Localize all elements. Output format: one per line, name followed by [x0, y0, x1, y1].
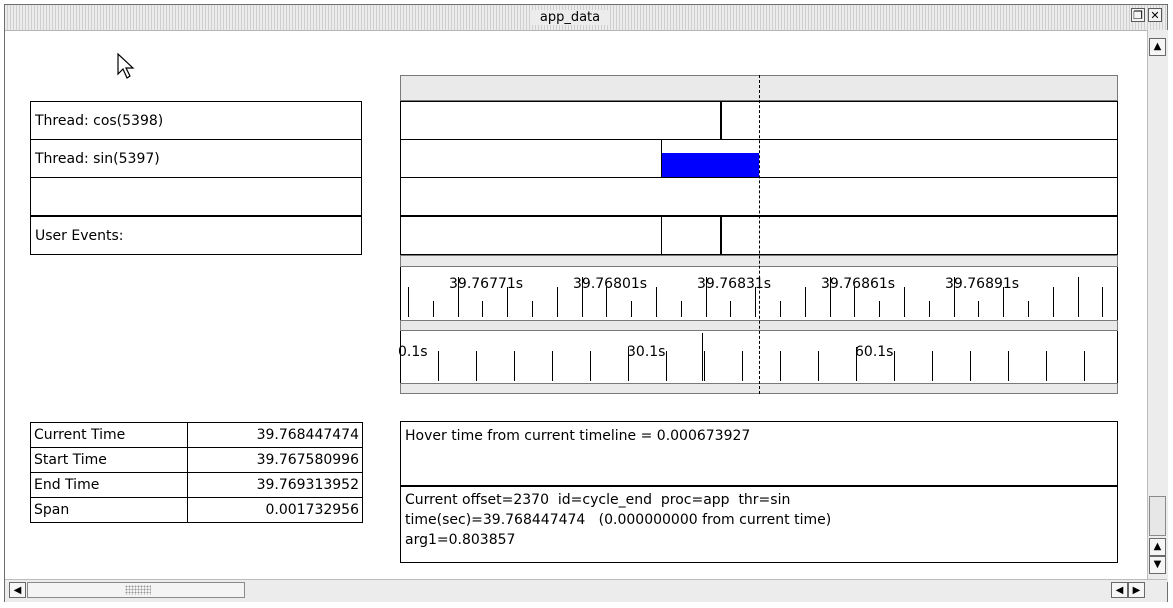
user-event-marker[interactable] — [661, 216, 662, 255]
table-row: Start Time 39.767580996 — [29, 447, 363, 473]
scroll-up-button[interactable]: ▲ — [1149, 538, 1166, 556]
event-info-box: Current offset=2370 id=cycle_end proc=ap… — [400, 486, 1118, 563]
scroll-down-button[interactable]: ▼ — [1149, 556, 1166, 574]
time-value: 39.768447474 — [187, 422, 363, 448]
restore-icon: ❐ — [1133, 9, 1143, 22]
zoom-axis-label: 39.76891s — [945, 276, 1020, 292]
overview-axis-label: 60.1s — [855, 344, 894, 360]
arrow-up-icon: ▲ — [1153, 41, 1162, 52]
event-info-line: Current offset=2370 id=cycle_end proc=ap… — [405, 492, 791, 508]
cos-event-marker[interactable] — [720, 101, 722, 139]
overview-axis-label: 30.1s — [627, 344, 666, 360]
thread-label-sin[interactable]: Thread: sin(5397) — [30, 139, 362, 178]
mouse-pointer-icon — [117, 52, 135, 79]
current-time-cursor[interactable] — [759, 75, 760, 394]
window-title: app_data — [531, 10, 609, 25]
time-info-table: Current Time 39.768447474 Start Time 39.… — [29, 422, 363, 523]
scroll-left-button[interactable]: ◀ — [9, 582, 26, 598]
time-label: End Time — [29, 472, 189, 498]
event-info-line: time(sec)=39.768447474 (0.000000000 from… — [405, 512, 832, 528]
thread-label-cos[interactable]: Thread: cos(5398) — [30, 101, 362, 140]
time-value: 0.001732956 — [187, 497, 363, 523]
close-icon: ✕ — [1150, 9, 1160, 22]
overview-axis-label: 0.1s — [398, 344, 428, 360]
arrow-left-icon: ◀ — [13, 585, 22, 596]
arrow-up-icon: ▲ — [1153, 541, 1162, 552]
title-bar[interactable]: app_data — [5, 5, 1167, 31]
hover-info-box: Hover time from current timeline = 0.000… — [400, 421, 1118, 486]
time-value: 39.769313952 — [187, 472, 363, 498]
thread-label-empty[interactable] — [30, 177, 362, 216]
time-label: Current Time — [29, 422, 189, 448]
time-value: 39.767580996 — [187, 447, 363, 473]
vertical-scroll-thumb[interactable] — [1149, 496, 1166, 536]
time-label: Start Time — [29, 447, 189, 473]
scroll-up-button[interactable]: ▲ — [1149, 38, 1166, 56]
close-button[interactable]: ✕ — [1148, 8, 1162, 22]
event-info-line: arg1=0.803857 — [405, 532, 516, 548]
table-row: Span 0.001732956 — [29, 497, 363, 523]
restore-button[interactable]: ❐ — [1131, 8, 1145, 22]
zoom-axis-label: 39.76861s — [821, 276, 896, 292]
scroll-grip — [125, 585, 151, 595]
scroll-left-button[interactable]: ◀ — [1111, 582, 1128, 598]
thread-label-user-events[interactable]: User Events: — [30, 216, 362, 255]
table-row: End Time 39.769313952 — [29, 472, 363, 498]
table-row: Current Time 39.768447474 — [29, 422, 363, 448]
time-label: Span — [29, 497, 189, 523]
sin-activity-bar[interactable] — [662, 153, 759, 177]
scroll-right-button[interactable]: ▶ — [1128, 582, 1145, 598]
zoom-axis-label: 39.76801s — [573, 276, 648, 292]
arrow-down-icon: ▼ — [1153, 559, 1162, 570]
zoom-axis-label: 39.76771s — [449, 276, 524, 292]
hover-time-text: Hover time from current timeline = 0.000… — [405, 428, 751, 444]
user-event-marker[interactable] — [720, 216, 722, 255]
arrow-left-icon: ◀ — [1115, 585, 1124, 596]
arrow-right-icon: ▶ — [1132, 585, 1141, 596]
